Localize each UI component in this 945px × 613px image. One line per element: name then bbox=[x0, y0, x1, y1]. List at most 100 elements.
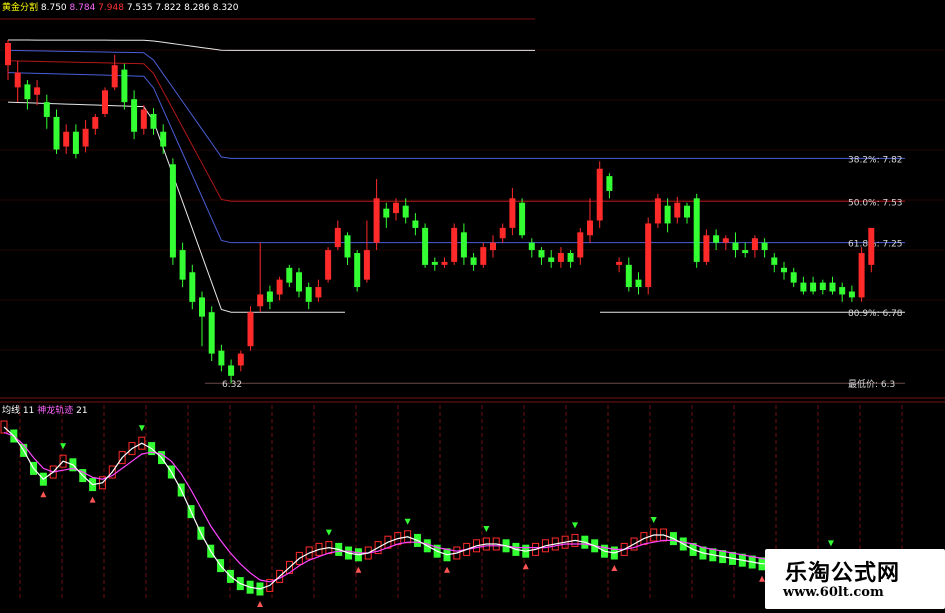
candle-body-3 bbox=[34, 87, 41, 95]
candle-body-28 bbox=[276, 279, 283, 295]
candle-body-88 bbox=[858, 253, 865, 298]
bottom-label-2: 神龙轨迹 bbox=[37, 406, 74, 416]
stock-chart: 38.2%: 7.82 50.0%: 7.53 61.8%: 7.25 80.9%: … bbox=[0, 18, 945, 607]
signal-arrow-down-14 bbox=[138, 425, 145, 432]
candle-body-52 bbox=[509, 198, 516, 228]
top-value-2: 8.784 bbox=[69, 3, 96, 13]
signal-arrow-down-6 bbox=[60, 443, 67, 450]
fib-path-3 bbox=[7, 72, 905, 244]
candle-body-69 bbox=[674, 202, 681, 218]
fib-levels-layer: 38.2%: 7.82 50.0%: 7.53 61.8%: 7.25 80.9%: … bbox=[7, 39, 905, 390]
candle-body-80 bbox=[781, 267, 787, 273]
candle-body-77 bbox=[751, 238, 758, 251]
signal-arrow-up-62 bbox=[611, 565, 618, 571]
candle-body-89 bbox=[868, 227, 875, 265]
candle-body-23 bbox=[228, 365, 235, 376]
signal-arrow-down-66 bbox=[650, 517, 657, 523]
candle-body-11 bbox=[111, 65, 118, 88]
indicator-line-white bbox=[3, 426, 891, 590]
candle-body-73 bbox=[713, 235, 720, 243]
candle-body-54 bbox=[528, 242, 535, 251]
fib-label-0: 38.2%: 7.82 bbox=[848, 155, 903, 165]
candle-body-46 bbox=[451, 227, 458, 262]
candle-body-49 bbox=[480, 247, 487, 265]
candle-body-8 bbox=[82, 128, 89, 147]
candle-body-9 bbox=[92, 116, 99, 129]
candle-body-0 bbox=[5, 42, 11, 66]
candle-body-24 bbox=[237, 353, 244, 366]
bottom-value-2: 21 bbox=[76, 406, 88, 416]
fib-label-4: 最低价: 6.3 bbox=[848, 378, 895, 390]
bottom-value-1: 11 bbox=[22, 406, 35, 416]
candle-body-19 bbox=[189, 272, 196, 302]
candle-body-86 bbox=[839, 287, 846, 295]
candle-body-76 bbox=[742, 250, 749, 254]
candle-body-75 bbox=[732, 242, 739, 251]
candle-body-58 bbox=[567, 253, 574, 262]
candle-body-2 bbox=[24, 84, 31, 100]
candle-body-47 bbox=[460, 232, 467, 258]
candle-body-1 bbox=[14, 72, 21, 88]
signal-arrow-down-58 bbox=[571, 522, 578, 529]
signal-arrow-up-4 bbox=[40, 491, 47, 498]
candle-body-27 bbox=[266, 291, 273, 302]
candle-body-50 bbox=[490, 242, 496, 251]
candle-body-65 bbox=[635, 279, 642, 288]
candle-body-39 bbox=[383, 208, 390, 218]
signal-arrow-up-26 bbox=[256, 601, 263, 607]
fib-path-2 bbox=[7, 60, 905, 202]
candle-body-37 bbox=[363, 250, 370, 280]
candle-body-61 bbox=[596, 168, 603, 221]
candle-body-32 bbox=[315, 287, 322, 298]
candle-body-14 bbox=[140, 109, 147, 129]
candle-body-79 bbox=[771, 257, 778, 265]
candle-body-18 bbox=[179, 250, 186, 280]
candle-body-84 bbox=[819, 282, 826, 291]
candle-body-56 bbox=[548, 257, 555, 262]
candle-body-31 bbox=[305, 287, 312, 302]
chart-stage: 38.2%: 7.82 50.0%: 7.53 61.8%: 7.25 80.9%: … bbox=[0, 0, 945, 609]
signal-arrow-up-9 bbox=[89, 496, 96, 503]
candle-body-78 bbox=[761, 242, 768, 251]
candle-body-57 bbox=[557, 253, 564, 262]
candle-body-45 bbox=[441, 261, 448, 265]
candle-body-35 bbox=[344, 235, 351, 258]
candle-body-70 bbox=[684, 205, 690, 218]
top-title: 黄金分割 bbox=[2, 3, 39, 13]
candle-body-7 bbox=[72, 131, 79, 154]
candle-body-6 bbox=[63, 131, 70, 147]
candle-body-66 bbox=[645, 223, 652, 288]
candle-body-29 bbox=[286, 267, 293, 283]
candle-body-21 bbox=[208, 312, 215, 354]
candle-body-72 bbox=[703, 235, 710, 262]
candle-body-53 bbox=[519, 202, 526, 236]
signal-arrow-down-84 bbox=[827, 540, 834, 547]
candle-body-15 bbox=[150, 113, 157, 129]
candle-body-22 bbox=[218, 350, 225, 366]
top-panel-header: 黄金分割 8.750 8.784 7.948 7.535 7.822 8.286… bbox=[2, 2, 239, 14]
candle-body-30 bbox=[296, 272, 302, 292]
candle-body-38 bbox=[373, 198, 380, 243]
candle-body-44 bbox=[431, 261, 438, 265]
top-value-6: 8.286 bbox=[184, 3, 210, 13]
candle-body-60 bbox=[587, 220, 593, 236]
candle-body-48 bbox=[470, 257, 477, 265]
low-marker-label: 6.32 bbox=[222, 380, 242, 390]
signal-arrow-down-33 bbox=[325, 529, 332, 536]
signal-arrow-down-49 bbox=[483, 526, 490, 532]
indicator-layer bbox=[0, 420, 894, 607]
top-value-7: 8.320 bbox=[212, 3, 239, 13]
watermark-brand: 乐淘公式网 bbox=[785, 561, 901, 586]
candle-body-5 bbox=[53, 116, 60, 150]
signal-arrow-down-41 bbox=[404, 518, 411, 525]
candle-body-59 bbox=[577, 232, 584, 258]
candle-body-55 bbox=[538, 250, 545, 258]
candle-body-16 bbox=[160, 131, 167, 147]
fib-path-0 bbox=[7, 39, 535, 51]
top-value-4: 7.535 bbox=[126, 3, 153, 13]
candle-body-4 bbox=[43, 102, 50, 117]
candle-body-13 bbox=[131, 99, 138, 132]
candle-body-51 bbox=[499, 227, 506, 239]
candle-body-81 bbox=[790, 272, 797, 283]
candle-body-36 bbox=[354, 253, 361, 288]
